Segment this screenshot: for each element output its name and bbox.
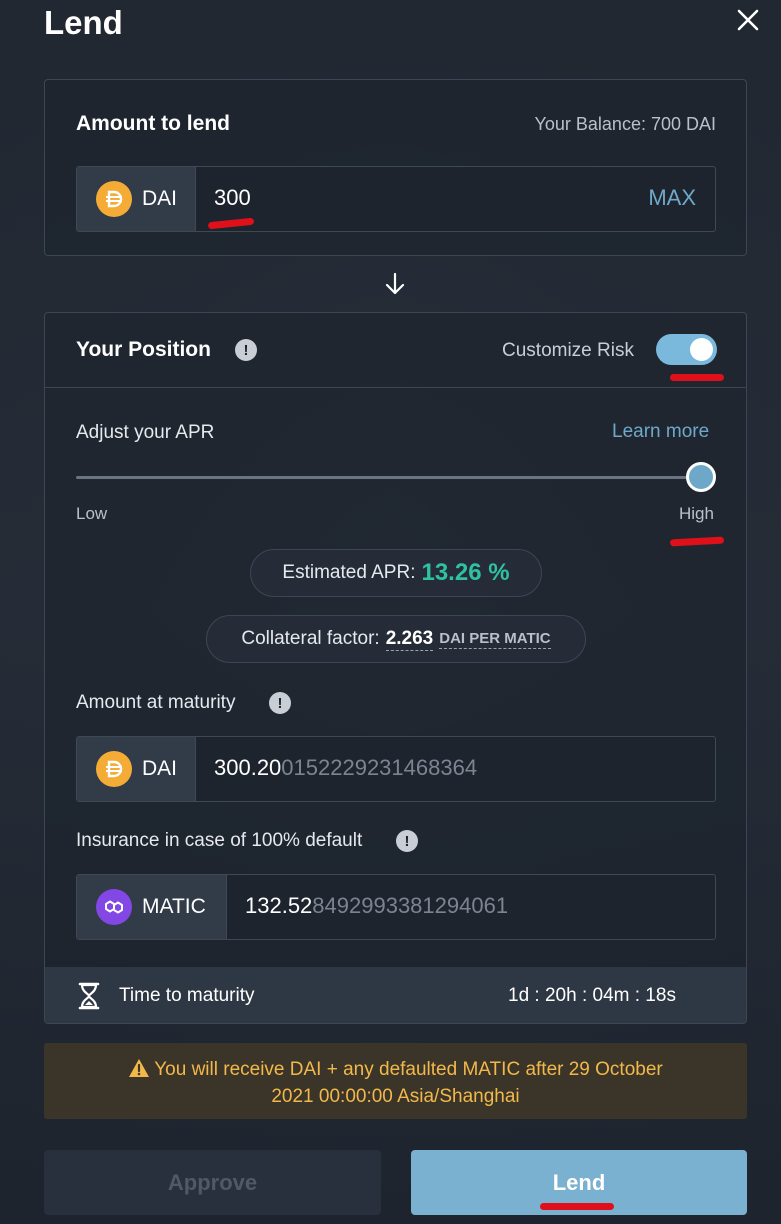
adjust-apr-label: Adjust your APR bbox=[76, 422, 215, 443]
maturity-amount-field: DAI 300.200152229231468364 bbox=[76, 736, 716, 802]
maturity-amount-value: 300.200152229231468364 bbox=[214, 755, 477, 781]
warning-line-2: 2021 00:00:00 Asia/Shanghai bbox=[271, 1086, 520, 1107]
time-to-maturity-bar: Time to maturity 1d : 20h : 04m : 18s bbox=[45, 967, 746, 1023]
amount-value[interactable]: 300 bbox=[214, 185, 251, 211]
token-label: DAI bbox=[142, 757, 178, 780]
divider bbox=[45, 387, 746, 388]
time-to-maturity-value: 1d : 20h : 04m : 18s bbox=[508, 985, 676, 1006]
slider-high-label: High bbox=[679, 504, 714, 523]
dai-icon bbox=[96, 181, 132, 217]
annotation-underline bbox=[540, 1203, 614, 1210]
lend-modal: Lend Amount to lend Your Balance: 700 DA… bbox=[0, 0, 781, 1224]
dai-icon bbox=[96, 751, 132, 787]
collateral-factor-value[interactable]: 2.263 bbox=[385, 628, 434, 651]
amount-title: Amount to lend bbox=[76, 112, 230, 135]
customize-risk-label: Customize Risk bbox=[502, 340, 634, 361]
insurance-label: Insurance in case of 100% default bbox=[76, 830, 363, 851]
amount-input[interactable]: DAI 300 MAX bbox=[76, 166, 716, 232]
balance-text: Your Balance: 700 DAI bbox=[534, 114, 716, 134]
token-selector-dai[interactable]: DAI bbox=[77, 167, 196, 231]
approve-button[interactable]: Approve bbox=[44, 1150, 381, 1215]
toggle-knob bbox=[690, 338, 713, 361]
max-button[interactable]: MAX bbox=[648, 185, 696, 211]
maturity-warning: You will receive DAI + any defaulted MAT… bbox=[44, 1043, 747, 1119]
hourglass-icon bbox=[78, 982, 100, 1010]
value-main: 300.20 bbox=[214, 755, 282, 780]
token-label: MATIC bbox=[142, 895, 206, 918]
matic-icon bbox=[96, 889, 132, 925]
token-label: DAI bbox=[142, 187, 178, 210]
value-rest: 8492993381294061 bbox=[312, 893, 509, 918]
value-main: 132.52 bbox=[245, 893, 313, 918]
insurance-amount-field: MATIC 132.528492993381294061 bbox=[76, 874, 716, 940]
insurance-token-matic: MATIC bbox=[77, 875, 227, 939]
learn-more-link[interactable]: Learn more bbox=[612, 421, 709, 443]
estimated-apr-label: Estimated APR: bbox=[282, 562, 416, 583]
estimated-apr-value: 13.26 % bbox=[421, 559, 510, 586]
position-title: Your Position bbox=[76, 338, 211, 361]
insurance-amount-value: 132.528492993381294061 bbox=[245, 893, 508, 919]
amount-card: Amount to lend Your Balance: 700 DAI DAI… bbox=[44, 79, 747, 256]
info-icon[interactable]: ! bbox=[269, 692, 291, 714]
close-icon[interactable] bbox=[734, 6, 762, 34]
collateral-factor-unit: DAI PER MATIC bbox=[439, 629, 551, 649]
time-to-maturity-label: Time to maturity bbox=[119, 985, 255, 1006]
estimated-apr-pill: Estimated APR: 13.26 % bbox=[250, 549, 542, 597]
apr-slider-track[interactable] bbox=[76, 476, 701, 479]
value-rest: 0152229231468364 bbox=[281, 755, 478, 780]
collateral-factor-label: Collateral factor: bbox=[241, 628, 380, 649]
apr-slider-thumb[interactable] bbox=[686, 462, 716, 492]
amount-at-maturity-label: Amount at maturity bbox=[76, 692, 236, 713]
collateral-factor-pill: Collateral factor: 2.263 DAI PER MATIC bbox=[206, 615, 586, 663]
arrow-down-icon bbox=[384, 272, 406, 296]
slider-low-label: Low bbox=[76, 504, 108, 523]
modal-title: Lend bbox=[44, 4, 123, 41]
info-icon[interactable]: ! bbox=[396, 830, 418, 852]
warning-icon bbox=[129, 1059, 150, 1077]
warning-line-1: You will receive DAI + any defaulted MAT… bbox=[154, 1059, 663, 1080]
info-icon[interactable]: ! bbox=[235, 339, 257, 361]
position-card: Your Position ! Customize Risk Adjust yo… bbox=[44, 312, 747, 1024]
annotation-underline bbox=[670, 374, 724, 381]
maturity-token-dai: DAI bbox=[77, 737, 196, 801]
customize-risk-toggle[interactable] bbox=[656, 334, 717, 365]
